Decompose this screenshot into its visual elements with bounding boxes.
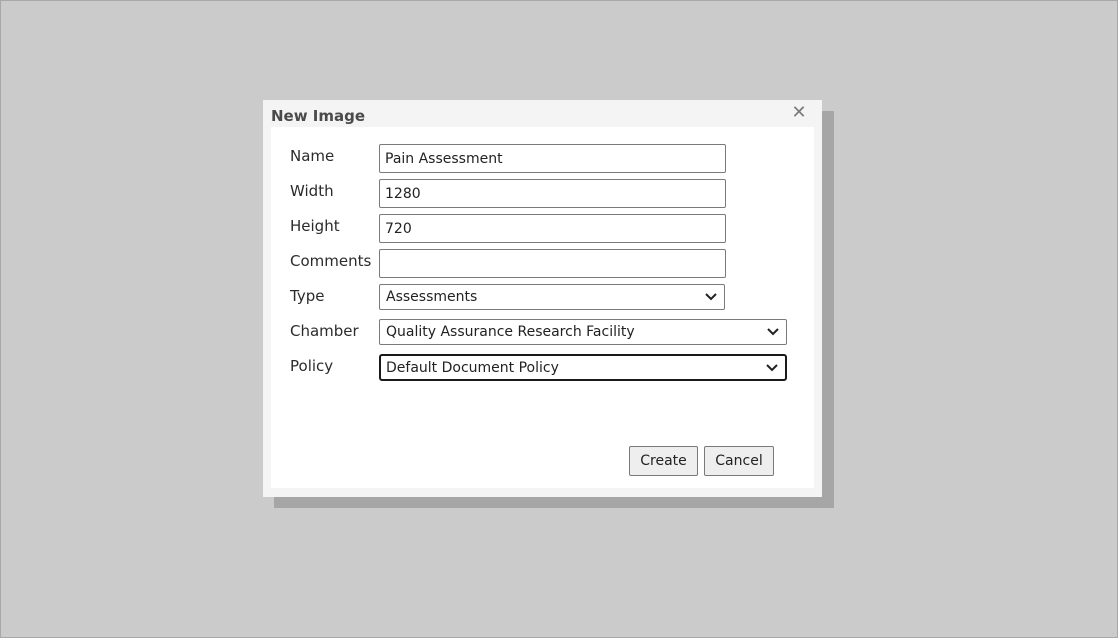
name-label: Name [290,147,335,165]
chamber-select[interactable]: Quality Assurance Research Facility [379,319,787,345]
dialog-title: New Image [271,107,366,125]
policy-select[interactable]: Default Document Policy [379,354,787,381]
chevron-down-icon [766,364,778,372]
chevron-down-icon [767,328,779,336]
type-select-value: Assessments [386,289,478,305]
policy-label: Policy [290,357,334,375]
chamber-label: Chamber [290,322,359,340]
height-input[interactable] [379,214,726,243]
type-select[interactable]: Assessments [379,284,725,310]
policy-select-value: Default Document Policy [386,360,559,376]
chevron-down-icon [705,293,717,301]
create-button[interactable]: Create [629,446,698,476]
close-icon[interactable]: ✕ [790,103,808,123]
cancel-button[interactable]: Cancel [704,446,774,476]
comments-input[interactable] [379,249,726,278]
width-input[interactable] [379,179,726,208]
type-label: Type [290,287,325,305]
width-label: Width [290,182,334,200]
name-input[interactable] [379,144,726,173]
comments-label: Comments [290,252,372,270]
dialog-body: Name Width Height Comments Type Assessme… [271,127,814,488]
chamber-select-value: Quality Assurance Research Facility [386,324,635,340]
height-label: Height [290,217,340,235]
new-image-dialog: New Image ✕ Name Width Height Comments T… [263,100,822,497]
